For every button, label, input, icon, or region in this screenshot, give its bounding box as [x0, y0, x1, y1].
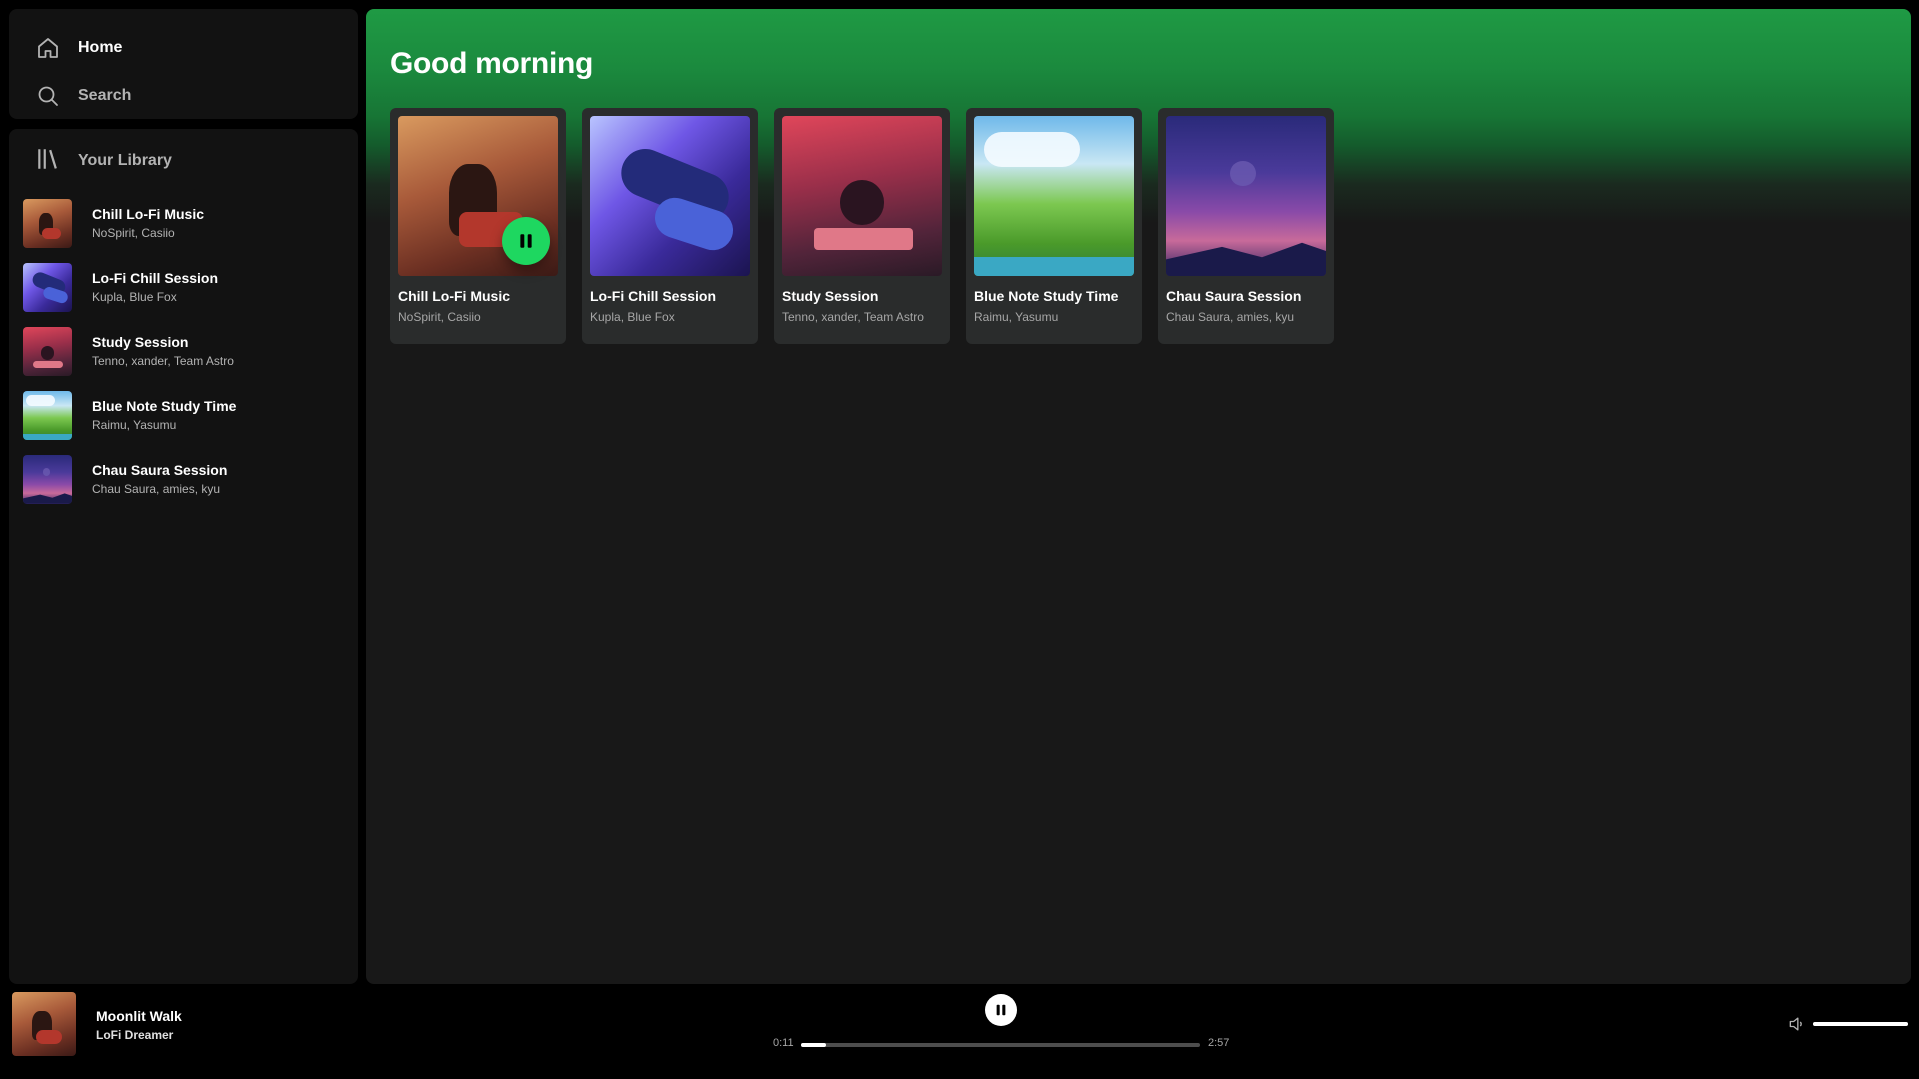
- home-icon: [35, 35, 61, 61]
- library-list: Chill Lo-Fi Music NoSpirit, Casiio Lo-Fi…: [23, 191, 347, 511]
- playlist-card-title: Chau Saura Session: [1166, 288, 1302, 304]
- library-item-title: Chill Lo-Fi Music: [92, 206, 204, 222]
- volume-slider[interactable]: [1813, 1022, 1908, 1026]
- library-item-cover: [23, 454, 72, 504]
- current-time: 0:11: [773, 1037, 794, 1049]
- playlist-card-subtitle: Raimu, Yasumu: [974, 310, 1059, 324]
- now-playing-title[interactable]: Moonlit Walk: [96, 1008, 182, 1024]
- playlist-card-title: Lo-Fi Chill Session: [590, 288, 717, 304]
- library-header[interactable]: Your Library: [35, 146, 172, 176]
- nav-panel: Home Search: [9, 9, 358, 119]
- playlist-card[interactable]: Chau Saura Session Chau Saura, amies, ky…: [1158, 108, 1334, 344]
- pause-button[interactable]: [502, 217, 550, 265]
- app-root: Home Search Your Library Chill Lo-Fi Mus…: [0, 0, 1919, 1079]
- nav-search[interactable]: Search: [35, 79, 131, 113]
- playlist-card-cover: [974, 116, 1134, 276]
- library-item-title: Chau Saura Session: [92, 462, 228, 478]
- nav-search-label: Search: [78, 87, 132, 104]
- progress-fill: [801, 1043, 826, 1047]
- pause-icon: [520, 234, 532, 248]
- library-item[interactable]: Chill Lo-Fi Music NoSpirit, Casiio: [23, 191, 347, 255]
- playlist-card-cover: [1166, 116, 1326, 276]
- library-item-cover: [23, 262, 72, 312]
- playlist-card-subtitle: NoSpirit, Casiio: [398, 310, 481, 324]
- library-item-subtitle: Raimu, Yasumu: [92, 418, 177, 432]
- now-playing-artist[interactable]: LoFi Dreamer: [96, 1028, 173, 1042]
- playlist-card-subtitle: Chau Saura, amies, kyu: [1166, 310, 1295, 324]
- nav-home-label: Home: [78, 39, 123, 56]
- library-item-title: Lo-Fi Chill Session: [92, 270, 219, 286]
- playlist-card-title: Blue Note Study Time: [974, 288, 1119, 304]
- play-pause-button[interactable]: [985, 994, 1017, 1026]
- playlist-card-cover: [782, 116, 942, 276]
- library-item-subtitle: Kupla, Blue Fox: [92, 290, 177, 304]
- library-item-subtitle: Chau Saura, amies, kyu: [92, 482, 221, 496]
- library-panel: Your Library Chill Lo-Fi Music NoSpirit,…: [9, 129, 358, 984]
- nav-home[interactable]: Home: [35, 31, 122, 65]
- now-playing-cover[interactable]: [12, 992, 76, 1056]
- library-item-title: Study Session: [92, 334, 189, 350]
- library-item[interactable]: Lo-Fi Chill Session Kupla, Blue Fox: [23, 255, 347, 319]
- player-bar: Moonlit Walk LoFi Dreamer 0:11 2:57: [0, 992, 1919, 1079]
- library-item-cover: [23, 198, 72, 248]
- page-title: Good morning: [390, 47, 594, 80]
- library-icon: [35, 146, 61, 177]
- library-header-label: Your Library: [78, 152, 172, 169]
- volume-fill: [1813, 1022, 1908, 1026]
- playlist-card[interactable]: Lo-Fi Chill Session Kupla, Blue Fox: [582, 108, 758, 344]
- library-item[interactable]: Chau Saura Session Chau Saura, amies, ky…: [23, 447, 347, 511]
- library-item-title: Blue Note Study Time: [92, 398, 237, 414]
- playlist-cards: Chill Lo-Fi Music NoSpirit, Casiio Lo-Fi…: [390, 108, 1334, 344]
- playlist-card-subtitle: Kupla, Blue Fox: [590, 310, 675, 324]
- library-item[interactable]: Blue Note Study Time Raimu, Yasumu: [23, 383, 347, 447]
- progress-bar[interactable]: [801, 1043, 1200, 1047]
- search-icon: [35, 83, 61, 109]
- library-item-subtitle: NoSpirit, Casiio: [92, 226, 175, 240]
- pause-icon: [996, 1004, 1006, 1016]
- playlist-card[interactable]: Blue Note Study Time Raimu, Yasumu: [966, 108, 1142, 344]
- track-duration: 2:57: [1208, 1037, 1230, 1049]
- playlist-card[interactable]: Study Session Tenno, xander, Team Astro: [774, 108, 950, 344]
- library-item-cover: [23, 390, 72, 440]
- playlist-card[interactable]: Chill Lo-Fi Music NoSpirit, Casiio: [390, 108, 566, 344]
- playlist-card-title: Chill Lo-Fi Music: [398, 288, 510, 304]
- playlist-card-title: Study Session: [782, 288, 879, 304]
- library-item-subtitle: Tenno, xander, Team Astro: [92, 354, 234, 368]
- library-item-cover: [23, 326, 72, 376]
- main-content: Good morning Chill Lo-Fi Music NoSpirit,…: [366, 9, 1911, 984]
- playlist-card-subtitle: Tenno, xander, Team Astro: [782, 310, 924, 324]
- library-item[interactable]: Study Session Tenno, xander, Team Astro: [23, 319, 347, 383]
- volume-icon[interactable]: [1787, 1014, 1807, 1034]
- playlist-card-cover: [590, 116, 750, 276]
